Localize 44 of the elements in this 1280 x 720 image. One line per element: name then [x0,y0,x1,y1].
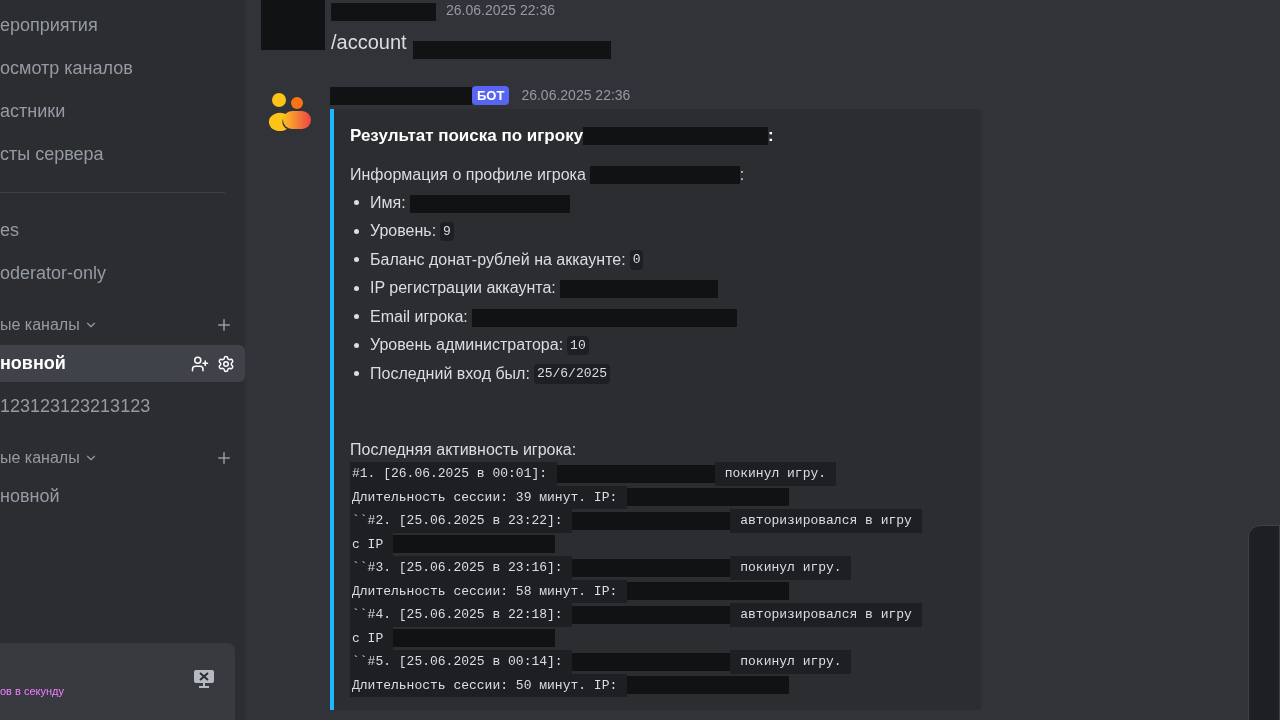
bullet-icon [354,228,359,234]
field-label: Уровень администратора: [370,335,564,356]
category-label[interactable]: ые каналы [0,445,80,470]
inline-code: 9 [440,221,454,241]
channel-item[interactable]: ероприятия [0,7,245,44]
bullet-icon [354,285,359,291]
channel-item[interactable]: осмотр каналов [0,50,245,87]
channel-item[interactable]: астники [0,93,245,130]
embed-intro-colon: : [739,164,745,185]
invite-icon[interactable] [191,354,209,373]
channel-item[interactable]: сты сервера [0,136,245,173]
field-label: Уровень: [370,221,437,242]
inline-code: 25/6/2025 [533,364,611,384]
field-label: Имя: [370,192,406,213]
inline-code: 0 [629,250,644,270]
notice-text: ов в секунду [0,684,64,699]
embed-intro: Информация о профиле игрока [350,164,586,185]
bullet-icon [354,257,359,263]
activity-title: Последняя активность игрока: [350,440,577,460]
bullet-icon [354,314,359,320]
field-label: Последний вход был: [370,363,530,384]
inline-code: 10 [567,335,589,355]
embed-title: Результат поиска по игроку [350,125,584,147]
embed-title-colon: : [768,125,774,147]
bot-badge: БОТ [472,85,510,106]
field-label: Баланс донат-рублей на аккаунте: [370,249,626,270]
timestamp: 26.06.2025 22:36 [521,86,631,105]
bullet-icon [354,371,359,377]
category-label[interactable]: ые каналы [0,312,80,337]
settings-icon[interactable] [217,354,235,373]
timestamp: 26.06.2025 22:36 [446,1,555,20]
field-label: Email игрока: [370,306,468,327]
channel-item[interactable]: 123123123213123 [0,388,245,425]
monitor-x-icon[interactable] [193,669,215,689]
channel-item[interactable]: oderator-only [0,255,245,292]
field-label: IP регистрации аккаунта: [370,278,556,299]
channel-item[interactable]: es [0,212,245,249]
bullet-icon [354,200,359,206]
avatar [261,0,325,50]
bullet-icon [354,342,359,348]
channel-item[interactable]: новной [0,345,245,382]
channel-item[interactable]: новной [0,478,245,515]
message-text: /account [331,30,407,55]
bot-avatar-icon [267,91,313,131]
